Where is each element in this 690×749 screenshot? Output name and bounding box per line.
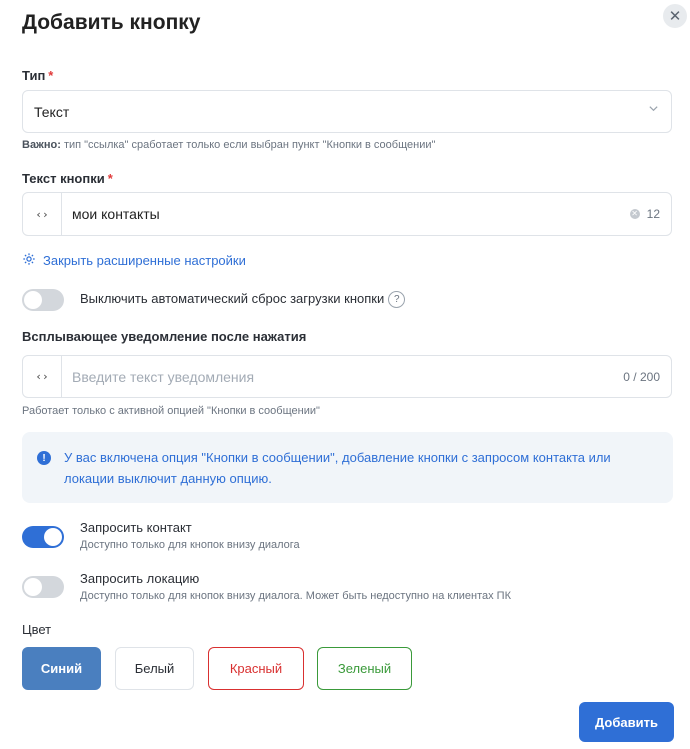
info-icon: ! <box>37 451 51 465</box>
close-advanced-settings-link[interactable]: Закрыть расширенные настройки <box>22 252 246 269</box>
toggle-knob <box>24 291 42 309</box>
help-icon[interactable]: ? <box>388 291 406 309</box>
type-label: Тип * <box>22 68 54 83</box>
request-location-title: Запросить локацию <box>80 571 200 586</box>
toggle-knob <box>44 528 62 546</box>
required-mark: * <box>107 171 113 186</box>
notification-label: Всплывающее уведомление после нажатия <box>22 329 307 344</box>
required-mark: * <box>48 68 54 83</box>
request-location-text: Запросить локацию Доступно только для кн… <box>80 571 511 602</box>
type-select[interactable]: Текст <box>22 90 672 133</box>
notification-field[interactable]: ‹› Введите текст уведомления 0 / 200 <box>22 355 672 398</box>
notification-input-placeholder[interactable]: Введите текст уведомления <box>72 369 254 385</box>
auto-reset-toggle[interactable] <box>22 289 64 311</box>
auto-reset-label: Выключить автоматический сброс загрузки … <box>80 291 406 309</box>
button-text-label: Текст кнопки * <box>22 171 113 186</box>
toggle-knob <box>24 578 42 596</box>
close-icon: ✕ <box>668 8 682 25</box>
add-button[interactable]: Добавить <box>579 702 674 742</box>
type-note: Важно: тип "ссылка" сработает только есл… <box>22 139 436 151</box>
info-text: У вас включена опция "Кнопки в сообщении… <box>64 450 611 486</box>
button-text-input[interactable]: мои контакты <box>72 206 160 222</box>
info-box: ! У вас включена опция "Кнопки в сообщен… <box>22 432 673 503</box>
request-contact-subtitle: Доступно только для кнопок внизу диалога <box>80 539 300 551</box>
dialog-title: Добавить кнопку <box>22 11 201 34</box>
color-label: Цвет <box>22 622 52 637</box>
notification-counter: 0 / 200 <box>623 370 660 384</box>
request-contact-toggle[interactable] <box>22 526 64 548</box>
color-green-button[interactable]: Зеленый <box>317 647 412 690</box>
close-advanced-settings-label: Закрыть расширенные настройки <box>43 253 246 268</box>
color-red-button[interactable]: Красный <box>208 647 304 690</box>
color-blue-button[interactable]: Синий <box>22 647 101 690</box>
gear-icon <box>22 252 36 269</box>
char-counter: 12 <box>646 207 660 221</box>
clear-icon[interactable]: ✕ <box>629 209 640 219</box>
close-button[interactable]: ✕ <box>663 4 687 28</box>
color-white-button[interactable]: Белый <box>115 647 194 690</box>
button-text-field[interactable]: ‹› мои контакты ✕ 12 <box>22 192 672 236</box>
code-icon[interactable]: ‹› <box>23 356 62 397</box>
type-select-value: Текст <box>34 104 70 120</box>
request-contact-title: Запросить контакт <box>80 520 192 535</box>
request-contact-text: Запросить контакт Доступно только для кн… <box>80 520 300 551</box>
code-icon[interactable]: ‹› <box>23 193 62 235</box>
request-location-toggle[interactable] <box>22 576 64 598</box>
request-location-subtitle: Доступно только для кнопок внизу диалога… <box>80 590 511 602</box>
notification-hint: Работает только с активной опцией "Кнопк… <box>22 405 320 417</box>
chevron-down-icon <box>648 103 659 117</box>
